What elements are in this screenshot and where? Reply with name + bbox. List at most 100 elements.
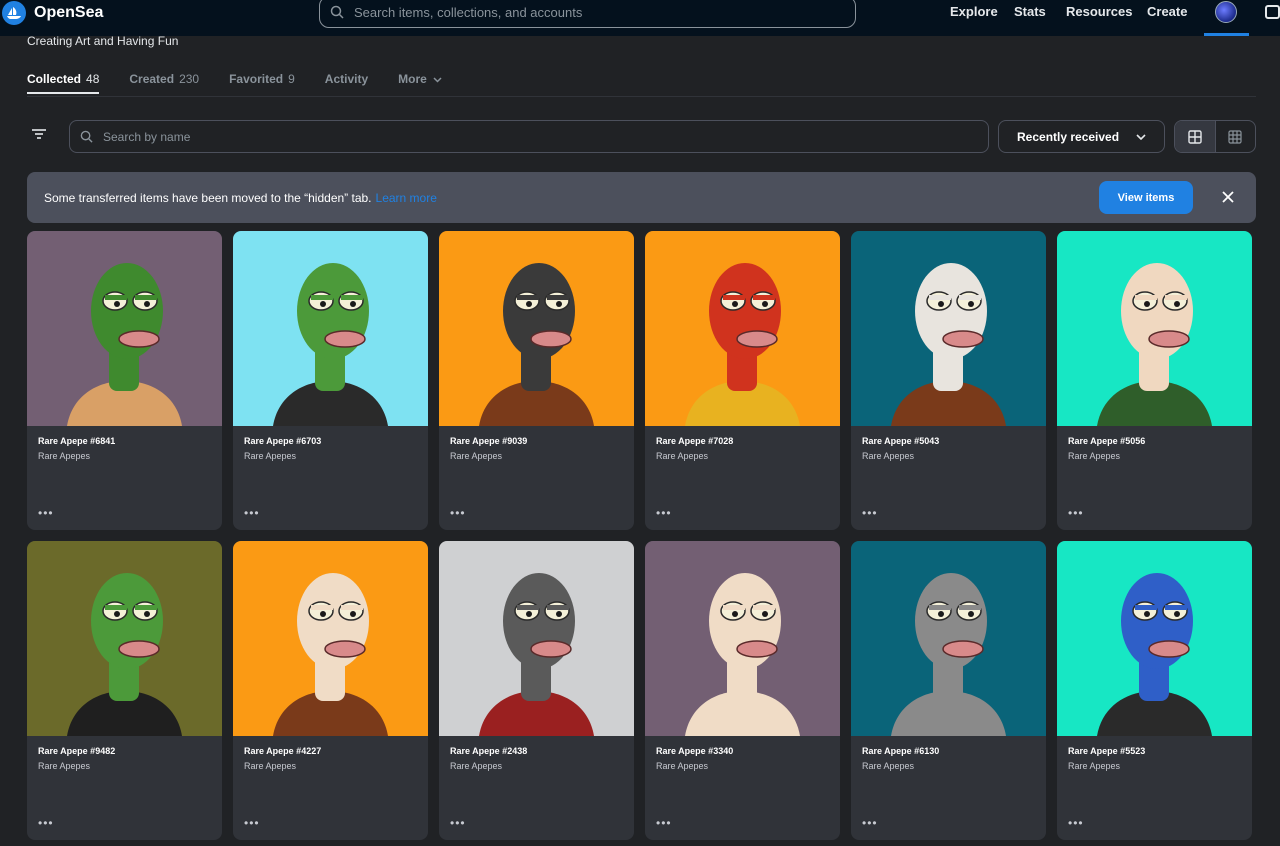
nft-collection[interactable]: Rare Apepes	[656, 451, 708, 461]
more-options-icon[interactable]: •••	[1068, 817, 1084, 829]
account-avatar[interactable]	[1215, 1, 1237, 23]
nft-card[interactable]: Rare Apepe #9039 Rare Apepes •••	[439, 231, 634, 530]
nft-image[interactable]	[233, 541, 428, 736]
nft-image[interactable]	[851, 231, 1046, 426]
nft-card[interactable]: Rare Apepe #5523 Rare Apepes •••	[1057, 541, 1252, 840]
profile-tabs: Collected 48 Created 230 Favorited 9 Activi…	[27, 72, 472, 94]
nft-name[interactable]: Rare Apepe #5056	[1068, 436, 1145, 446]
nft-card[interactable]: Rare Apepe #2438 Rare Apepes •••	[439, 541, 634, 840]
nft-collection[interactable]: Rare Apepes	[1068, 761, 1120, 771]
small-grid-icon	[1228, 129, 1243, 144]
nft-card[interactable]: Rare Apepe #6841 Rare Apepes •••	[27, 231, 222, 530]
global-search-input[interactable]	[354, 4, 834, 20]
nft-card[interactable]: Rare Apepe #4227 Rare Apepes •••	[233, 541, 428, 840]
nft-name[interactable]: Rare Apepe #7028	[656, 436, 733, 446]
tab-label: More	[398, 72, 427, 86]
nft-name[interactable]: Rare Apepe #9039	[450, 436, 527, 446]
more-options-icon[interactable]: •••	[656, 817, 672, 829]
nft-image[interactable]	[439, 541, 634, 736]
more-options-icon[interactable]: •••	[38, 817, 54, 829]
nft-collection[interactable]: Rare Apepes	[244, 451, 296, 461]
nav-stats[interactable]: Stats	[1014, 4, 1046, 19]
nft-image[interactable]	[645, 541, 840, 736]
nft-image[interactable]	[645, 231, 840, 426]
nft-image[interactable]	[27, 541, 222, 736]
tab-label: Created	[129, 72, 175, 86]
more-options-icon[interactable]: •••	[450, 817, 466, 829]
nft-card[interactable]: Rare Apepe #3340 Rare Apepes •••	[645, 541, 840, 840]
nft-collection[interactable]: Rare Apepes	[244, 761, 296, 771]
tab-more[interactable]: More	[398, 72, 442, 94]
more-options-icon[interactable]: •••	[244, 507, 260, 519]
view-items-button[interactable]: View items	[1099, 181, 1193, 214]
large-grid-icon	[1188, 129, 1202, 144]
nft-collection[interactable]: Rare Apepes	[450, 761, 502, 771]
nft-name[interactable]: Rare Apepe #2438	[450, 746, 527, 756]
more-options-icon[interactable]: •••	[656, 507, 672, 519]
nft-card[interactable]: Rare Apepe #5043 Rare Apepes •••	[851, 231, 1046, 530]
nft-name[interactable]: Rare Apepe #5523	[1068, 746, 1145, 756]
nav-resources[interactable]: Resources	[1066, 4, 1132, 19]
close-banner-button[interactable]	[1220, 189, 1236, 205]
nft-image[interactable]	[233, 231, 428, 426]
small-grid-view-button[interactable]	[1214, 121, 1255, 152]
nav-active-indicator	[1204, 33, 1249, 36]
nft-name[interactable]: Rare Apepe #3340	[656, 746, 733, 756]
nft-card[interactable]: Rare Apepe #9482 Rare Apepes •••	[27, 541, 222, 840]
more-options-icon[interactable]: •••	[450, 507, 466, 519]
name-search[interactable]	[69, 120, 989, 153]
sort-dropdown[interactable]: Recently received	[998, 120, 1165, 153]
name-search-input[interactable]	[103, 129, 963, 144]
nft-card[interactable]: Rare Apepe #7028 Rare Apepes •••	[645, 231, 840, 530]
tab-favorited[interactable]: Favorited 9	[229, 72, 295, 94]
search-icon	[330, 5, 344, 19]
nft-image[interactable]	[1057, 231, 1252, 426]
nft-name[interactable]: Rare Apepe #6703	[244, 436, 321, 446]
tab-activity[interactable]: Activity	[325, 72, 368, 94]
nft-collection[interactable]: Rare Apepes	[1068, 451, 1120, 461]
tab-collected[interactable]: Collected 48	[27, 72, 100, 94]
nft-card[interactable]: Rare Apepe #5056 Rare Apepes •••	[1057, 231, 1252, 530]
nft-name[interactable]: Rare Apepe #9482	[38, 746, 115, 756]
nft-name[interactable]: Rare Apepe #4227	[244, 746, 321, 756]
nft-collection[interactable]: Rare Apepes	[862, 761, 914, 771]
global-search[interactable]	[319, 0, 856, 28]
nav-create[interactable]: Create	[1147, 4, 1187, 19]
nft-image[interactable]	[1057, 541, 1252, 736]
nft-collection[interactable]: Rare Apepes	[862, 451, 914, 461]
opensea-logo-icon	[2, 1, 26, 25]
tab-count: 230	[179, 72, 200, 86]
more-options-icon[interactable]: •••	[1068, 507, 1084, 519]
opensea-logo[interactable]: OpenSea	[2, 1, 103, 25]
nft-collection[interactable]: Rare Apepes	[656, 761, 708, 771]
nft-collection[interactable]: Rare Apepes	[450, 451, 502, 461]
nft-card[interactable]: Rare Apepe #6703 Rare Apepes •••	[233, 231, 428, 530]
nft-image[interactable]	[439, 231, 634, 426]
learn-more-link[interactable]: Learn more	[376, 191, 437, 205]
chevron-down-icon	[1136, 133, 1146, 140]
filter-button[interactable]	[32, 126, 56, 146]
more-options-icon[interactable]: •••	[862, 817, 878, 829]
view-toggle	[1174, 120, 1256, 153]
nft-collection[interactable]: Rare Apepes	[38, 451, 90, 461]
nft-name[interactable]: Rare Apepe #6841	[38, 436, 115, 446]
tab-label: Favorited	[229, 72, 284, 86]
nft-name[interactable]: Rare Apepe #5043	[862, 436, 939, 446]
nft-image[interactable]	[27, 231, 222, 426]
large-grid-view-button[interactable]	[1175, 121, 1215, 152]
nft-name[interactable]: Rare Apepe #6130	[862, 746, 939, 756]
nft-card[interactable]: Rare Apepe #6130 Rare Apepes •••	[851, 541, 1046, 840]
nav-explore[interactable]: Explore	[950, 4, 998, 19]
logo-text: OpenSea	[34, 4, 104, 21]
more-options-icon[interactable]: •••	[862, 507, 878, 519]
more-options-icon[interactable]: •••	[38, 507, 54, 519]
wallet-icon[interactable]	[1265, 5, 1280, 19]
hidden-items-banner: Some transferred items have been moved t…	[27, 172, 1256, 223]
nft-collection[interactable]: Rare Apepes	[38, 761, 90, 771]
banner-message: Some transferred items have been moved t…	[44, 190, 372, 205]
nft-image[interactable]	[851, 541, 1046, 736]
more-options-icon[interactable]: •••	[244, 817, 260, 829]
tab-count: 9	[288, 72, 295, 86]
tab-created[interactable]: Created 230	[129, 72, 199, 94]
profile-bio: Creating Art and Having Fun	[27, 34, 179, 48]
